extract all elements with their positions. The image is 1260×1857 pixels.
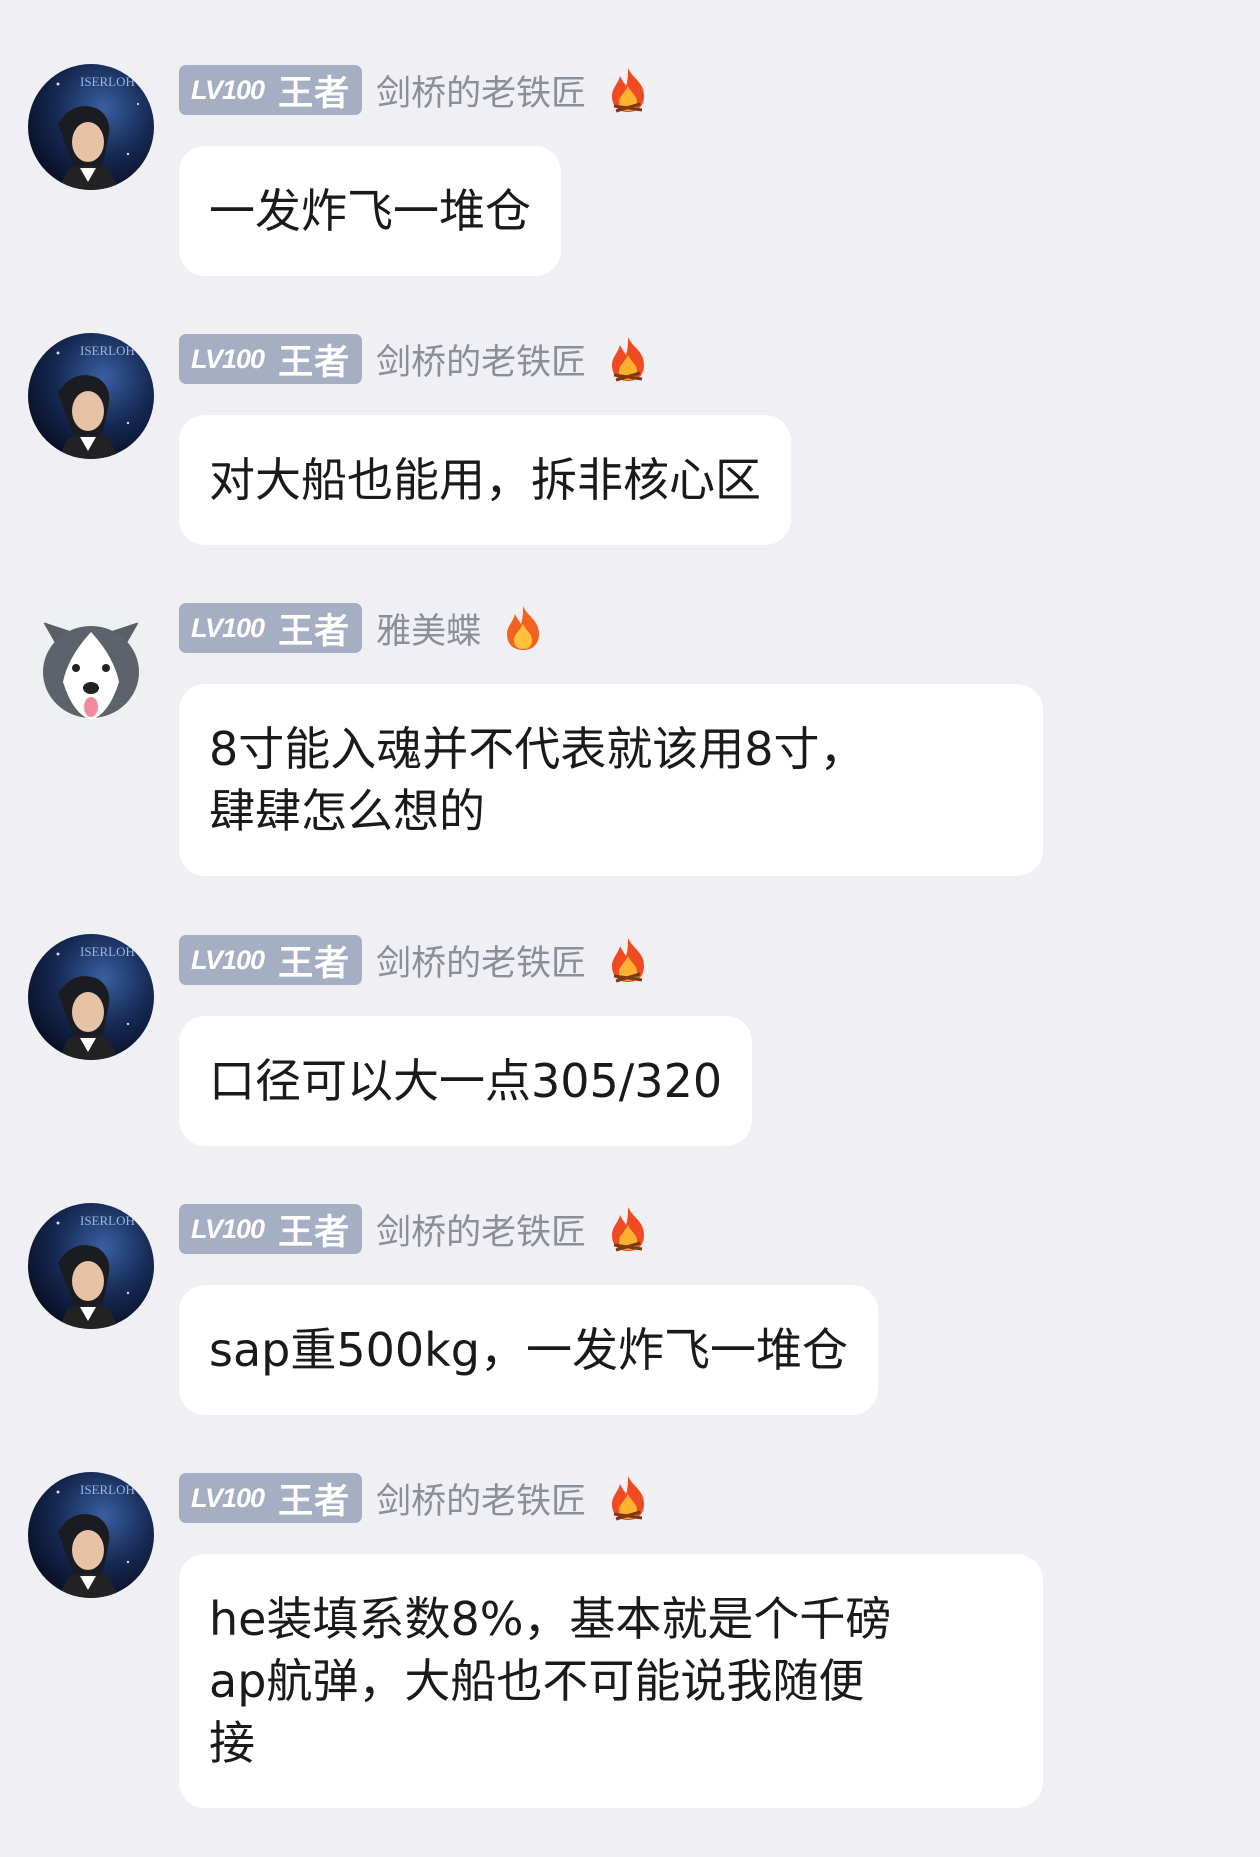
level-badge: LV100 王者 <box>179 935 363 985</box>
message-meta: LV100 王者 雅美蝶 <box>179 602 545 654</box>
svg-text:ISERLOH: ISERLOH <box>80 1213 135 1228</box>
level-badge: LV100 王者 <box>179 334 363 384</box>
message-text: 一发炸飞一堆仓 <box>209 184 531 238</box>
level-badge: LV100 王者 <box>179 1204 363 1254</box>
svg-text:ISERLOH: ISERLOH <box>80 343 135 358</box>
level-text: LV100 <box>191 74 265 105</box>
message-text: 对大船也能用，拆非核心区 <box>209 453 761 507</box>
level-text: LV100 <box>191 612 265 643</box>
username[interactable]: 剑桥的老铁匠 <box>376 1473 586 1524</box>
username[interactable]: 剑桥的老铁匠 <box>376 935 586 986</box>
message-meta: LV100 王者 剑桥的老铁匠 <box>179 64 650 116</box>
username[interactable]: 剑桥的老铁匠 <box>376 334 586 385</box>
message-bubble[interactable]: sap重500kg，一发炸飞一堆仓 <box>179 1285 878 1415</box>
rank-text: 王者 <box>278 1212 351 1253</box>
rank-text: 王者 <box>278 943 351 984</box>
message-text: he装填系数8%，基本就是个千磅 <box>209 1592 892 1646</box>
svg-text:ISERLOH: ISERLOH <box>80 74 135 89</box>
space-avatar-image: ISERLOH <box>28 333 154 459</box>
level-badge: LV100 王者 <box>179 603 363 653</box>
fire-icon <box>606 1474 650 1522</box>
level-badge: LV100 王者 <box>179 1473 363 1523</box>
user-avatar[interactable]: ISERLOH <box>28 333 154 459</box>
level-badge: LV100 王者 <box>179 65 363 115</box>
message-meta: LV100 王者 剑桥的老铁匠 <box>179 333 650 385</box>
rank-text: 王者 <box>278 611 351 652</box>
message-bubble[interactable]: 8寸能入魂并不代表就该用8寸， 肆肆怎么想的 <box>179 684 1043 876</box>
username[interactable]: 剑桥的老铁匠 <box>376 1204 586 1255</box>
level-text: LV100 <box>191 1213 265 1244</box>
message-bubble[interactable]: he装填系数8%，基本就是个千磅 ap航弹，大船也不可能说我随便 接 <box>179 1554 1043 1808</box>
username[interactable]: 雅美蝶 <box>376 603 481 654</box>
user-avatar[interactable]: ISERLOH <box>28 1472 154 1598</box>
message-text: 口径可以大一点305/320 <box>209 1054 723 1108</box>
user-avatar[interactable]: ISERLOH <box>28 64 154 190</box>
user-avatar[interactable]: ISERLOH <box>28 934 154 1060</box>
message-meta: LV100 王者 剑桥的老铁匠 <box>179 1472 650 1524</box>
svg-text:ISERLOH: ISERLOH <box>80 944 135 959</box>
space-avatar-image: ISERLOH <box>28 1472 154 1598</box>
fire-icon <box>501 604 545 652</box>
svg-text:ISERLOH: ISERLOH <box>80 1482 135 1497</box>
message-bubble[interactable]: 口径可以大一点305/320 <box>179 1016 753 1146</box>
message-text: sap重500kg，一发炸飞一堆仓 <box>209 1323 848 1377</box>
fire-icon <box>606 335 650 383</box>
message-bubble[interactable]: 一发炸飞一堆仓 <box>179 146 561 276</box>
level-text: LV100 <box>191 1482 265 1513</box>
space-avatar-image: ISERLOH <box>28 1203 154 1329</box>
user-avatar[interactable] <box>28 602 154 728</box>
message-text: 接 <box>209 1716 255 1770</box>
message-text: 肆肆怎么想的 <box>209 784 485 838</box>
space-avatar-image: ISERLOH <box>28 64 154 190</box>
husky-avatar-image <box>28 602 154 728</box>
fire-icon <box>606 66 650 114</box>
rank-text: 王者 <box>278 342 351 383</box>
message-meta: LV100 王者 剑桥的老铁匠 <box>179 1203 650 1255</box>
username[interactable]: 剑桥的老铁匠 <box>376 65 586 116</box>
fire-icon <box>606 1205 650 1253</box>
message-text: 8寸能入魂并不代表就该用8寸， <box>209 722 866 776</box>
message-text: ap航弹，大船也不可能说我随便 <box>209 1654 865 1708</box>
rank-text: 王者 <box>278 73 351 114</box>
rank-text: 王者 <box>278 1481 351 1522</box>
message-meta: LV100 王者 剑桥的老铁匠 <box>179 934 650 986</box>
space-avatar-image: ISERLOH <box>28 934 154 1060</box>
level-text: LV100 <box>191 944 265 975</box>
user-avatar[interactable]: ISERLOH <box>28 1203 154 1329</box>
level-text: LV100 <box>191 343 265 374</box>
message-bubble[interactable]: 对大船也能用，拆非核心区 <box>179 415 791 545</box>
fire-icon <box>606 936 650 984</box>
